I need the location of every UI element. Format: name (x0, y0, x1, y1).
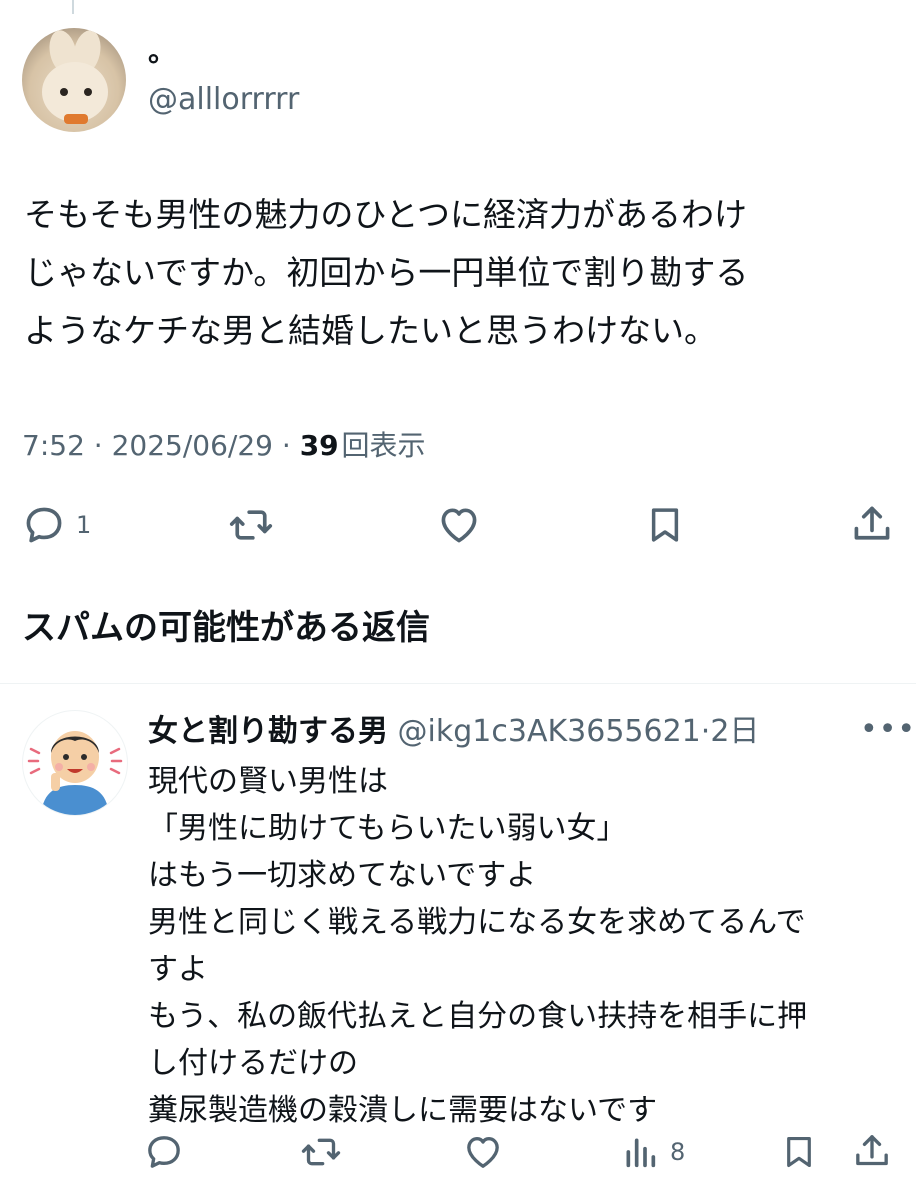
reply-retweet-button[interactable] (300, 1132, 342, 1172)
like-icon (441, 508, 477, 543)
share-icon (856, 1135, 888, 1166)
reply-bookmark-button[interactable] (780, 1132, 818, 1172)
reply-text-line: 男性と同じく戦える戦力になる女を求めてるんで (148, 905, 806, 940)
more-icon[interactable]: ••• (860, 712, 916, 747)
reply-text-line: すよ (148, 952, 208, 987)
reply-display-name[interactable]: 女と割り勘する男 (148, 714, 388, 749)
view-count: 39 (299, 429, 339, 462)
spam-replies-heading: スパムの可能性がある返信 (22, 608, 430, 648)
views-icon (626, 1138, 656, 1168)
avatar[interactable] (22, 28, 126, 132)
tweet-text-line: じゃないですか。初回から一円単位で割り勘する (24, 253, 749, 292)
tweet-text: そもそも男性の魅力のひとつに経済力があるわけ じゃないですか。初回から一円単位で… (24, 186, 894, 360)
tweet-date[interactable]: 2025/06/29 (112, 429, 273, 462)
reply-view-count: 8 (670, 1138, 686, 1166)
reply-like-button[interactable] (462, 1132, 504, 1172)
reply-text-line: もう、私の飯代払えと自分の食い扶持を相手に押 (148, 999, 808, 1034)
tweet-text-line: そもそも男性の魅力のひとつに経済力があるわけ (24, 195, 748, 234)
reply-views-button[interactable]: 8 (620, 1132, 685, 1172)
reply-share-button[interactable] (852, 1130, 892, 1172)
retweet-button[interactable] (228, 503, 274, 547)
reply-text-line: 現代の賢い男性は (148, 764, 388, 799)
reply-button[interactable]: 1 (22, 503, 91, 547)
reply-handle[interactable]: @ikg1c3AK3655621 (398, 714, 701, 749)
share-button[interactable] (850, 501, 894, 547)
reply-reply-button[interactable] (144, 1132, 184, 1172)
reply-icon (148, 1136, 180, 1168)
author-handle[interactable]: @alllorrrrr (148, 82, 299, 117)
reply-count: 1 (76, 511, 92, 539)
thread-connector (72, 0, 74, 14)
like-button[interactable] (436, 503, 482, 547)
tweet-text-line: ようなケチな男と結婚したいと思うわけない。 (24, 311, 717, 350)
reply-icon (26, 507, 62, 543)
retweet-icon (229, 510, 273, 540)
reply-avatar[interactable] (22, 710, 128, 816)
reply-text-line: 「男性に助けてもらいたい弱い女」 (148, 811, 627, 846)
view-label: 回表示 (341, 429, 426, 462)
tweet-meta: 7:52 · 2025/06/29 · 39 回表示 (22, 429, 426, 462)
bookmark-icon (651, 508, 679, 542)
reply-header: 女と割り勘する男 @ikg1c3AK3655621·2日 (148, 714, 760, 749)
reply-text: 現代の賢い男性は 「男性に助けてもらいたい弱い女」 はもう一切求めてないですよ … (148, 758, 908, 1134)
bookmark-button[interactable] (644, 503, 686, 547)
tweet-time[interactable]: 7:52 (22, 429, 85, 462)
author-display-name[interactable]: 。 (148, 30, 176, 70)
share-icon (854, 506, 890, 540)
illustrated-man-icon (27, 731, 123, 815)
reply-text-line: 糞尿製造機の穀潰しに需要はないです (148, 1093, 658, 1128)
retweet-icon (301, 1138, 341, 1166)
reply-age[interactable]: 2日 (710, 714, 759, 749)
bookmark-icon (787, 1136, 811, 1168)
divider (0, 683, 916, 684)
reply-text-line: はもう一切求めてないですよ (148, 858, 537, 893)
like-icon (467, 1137, 499, 1168)
reply-text-line: し付けるだけの (148, 1046, 358, 1081)
